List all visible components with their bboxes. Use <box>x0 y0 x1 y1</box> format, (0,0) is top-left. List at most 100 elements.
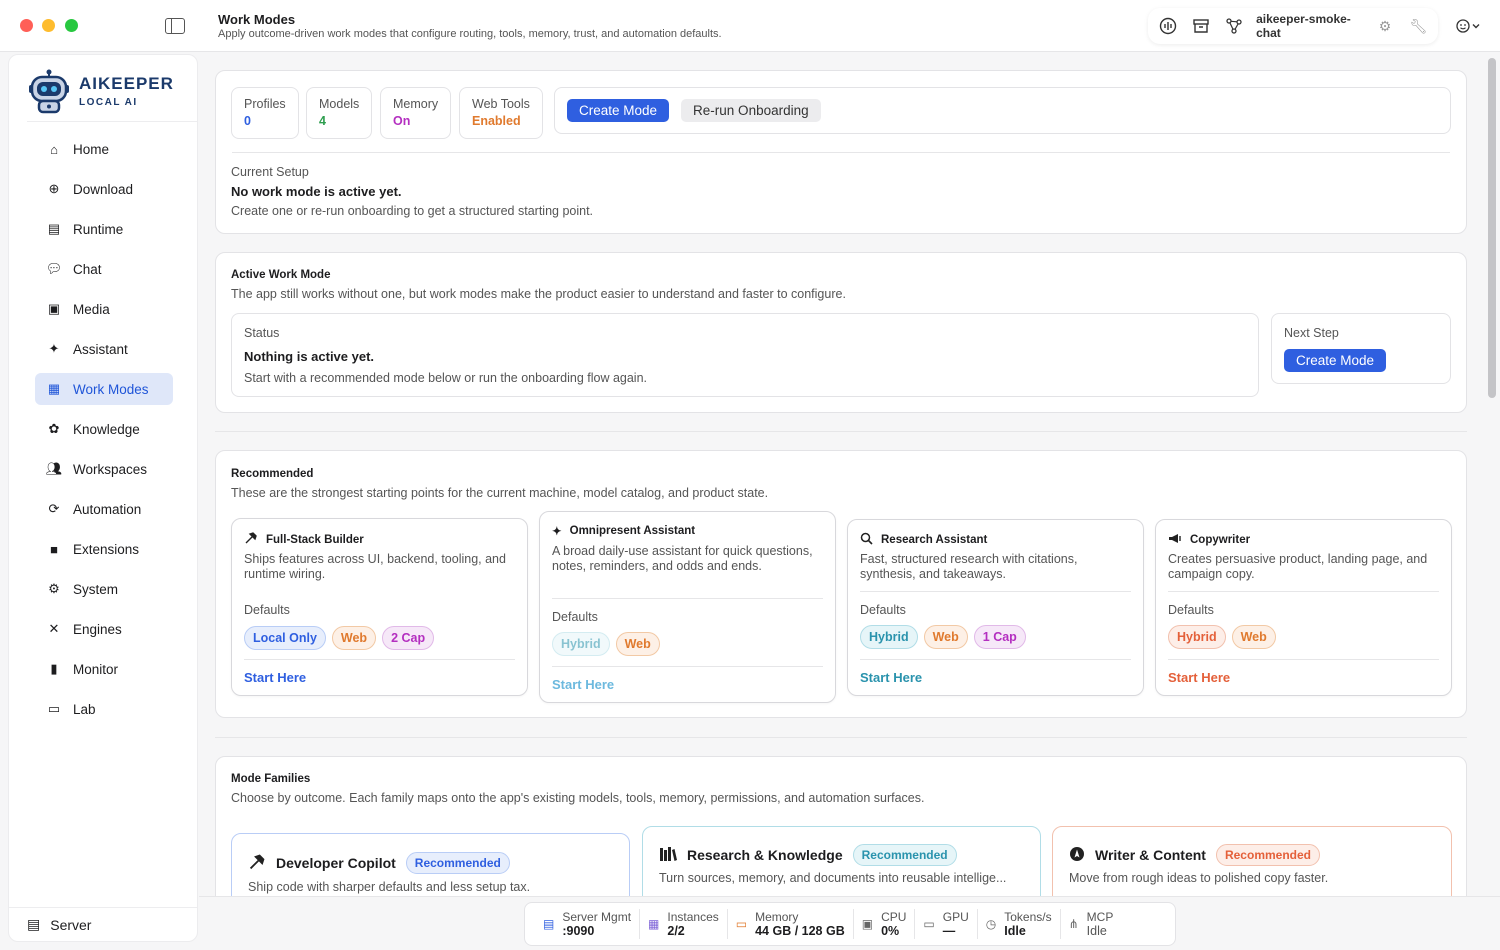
stat-label: Profiles <box>244 97 286 111</box>
mode-card-title: Copywriter <box>1168 532 1250 548</box>
status-gpu[interactable]: ▭ GPU — <box>915 909 978 939</box>
sidebar-item-label: Automation <box>73 501 142 517</box>
sidebar-item-label: Download <box>73 181 134 197</box>
sidebar-item-workspaces[interactable]: 👥︎ Workspaces <box>35 453 173 485</box>
books-icon <box>659 846 677 865</box>
runtime-icon: ▤ <box>47 221 61 236</box>
archive-icon[interactable] <box>1189 13 1212 39</box>
sidebar-item-monitor[interactable]: ▮ Monitor <box>35 653 173 685</box>
chip-web: Web <box>615 632 660 656</box>
divider <box>860 591 1131 592</box>
chip-cap: 1 Cap <box>973 625 1026 649</box>
status-instances[interactable]: ▦ Instances 2/2 <box>640 909 728 939</box>
close-window-button[interactable] <box>20 19 33 32</box>
main-scrollbar[interactable] <box>1488 58 1496 398</box>
instance-name[interactable]: aikeeper-smoke-chat <box>1256 12 1363 40</box>
start-here-link[interactable]: Start Here <box>1168 670 1230 685</box>
people-icon: 👥︎ <box>45 461 63 476</box>
chip-hybrid: Hybrid <box>860 625 918 649</box>
main-content: Profiles 0 Models 4 Memory On Web Tools … <box>199 53 1487 896</box>
status-cpu[interactable]: ▣ CPU 0% <box>854 909 916 939</box>
sidebar-item-chat[interactable]: 💬︎ Chat <box>35 253 173 285</box>
sidebar-item-lab[interactable]: ▭ Lab <box>35 693 173 725</box>
mode-card-defaults-label: Defaults <box>860 603 906 617</box>
stat-models: Models 4 <box>306 87 373 139</box>
brand-logo[interactable]: AIKEEPER LOCAL AI <box>27 67 187 115</box>
family-card-desc: Move from rough ideas to polished copy f… <box>1069 871 1329 885</box>
create-mode-button[interactable]: Create Mode <box>567 99 670 122</box>
mode-card-copywriter[interactable]: Copywriter Creates persuasive product, l… <box>1155 519 1452 696</box>
wrench-icon[interactable]: 🔧︎ <box>1407 13 1430 39</box>
start-here-link[interactable]: Start Here <box>860 670 922 685</box>
audio-wave-icon[interactable] <box>1156 13 1179 39</box>
mode-card-defaults-label: Defaults <box>552 610 598 624</box>
sidebar-server-button[interactable]: ▤ Server <box>9 907 197 941</box>
mode-families-section: Mode Families Choose by outcome. Each fa… <box>215 756 1467 896</box>
mode-card-full-stack-builder[interactable]: Full-Stack Builder Ships features across… <box>231 518 528 696</box>
robot-logo-icon <box>27 68 71 114</box>
grid-icon: ▦ <box>47 381 61 396</box>
start-here-link[interactable]: Start Here <box>244 670 306 685</box>
sidebar-item-work-modes[interactable]: ▦ Work Modes <box>35 373 173 405</box>
divider <box>1168 591 1439 592</box>
sidebar-item-automation[interactable]: ⟳ Automation <box>35 493 173 525</box>
stat-value: 0 <box>244 114 251 128</box>
family-card-research-knowledge[interactable]: Research & Knowledge Recommended Turn so… <box>642 826 1041 896</box>
stat-label: Web Tools <box>472 97 530 111</box>
sidebar-item-runtime[interactable]: ▤ Runtime <box>35 213 173 245</box>
sidebar-server-label: Server <box>50 916 92 933</box>
active-mode-heading: Active Work Mode <box>231 269 331 281</box>
next-step-create-mode-button[interactable]: Create Mode <box>1284 349 1387 372</box>
sidebar-item-home[interactable]: ⌂ Home <box>35 133 173 165</box>
chip-web: Web <box>923 625 968 649</box>
status-mcp[interactable]: ⋔ MCP Idle <box>1061 909 1122 939</box>
status-tokens[interactable]: ◷ Tokens/s Idle <box>978 909 1061 939</box>
mode-card-desc: A broad daily-use assistant for quick qu… <box>552 544 813 573</box>
mode-card-title-text: Omnipresent Assistant <box>569 525 696 537</box>
cpu-icon: ▣ <box>861 917 874 931</box>
divider <box>552 598 823 599</box>
graph-icon[interactable] <box>1223 13 1246 39</box>
status-label: Server Mgmt <box>562 909 632 924</box>
family-card-writer-content[interactable]: Writer & Content Recommended Move from r… <box>1052 826 1452 896</box>
sidebar-toggle-icon[interactable] <box>165 18 185 34</box>
sidebar-item-system[interactable]: ⚙ System <box>35 573 173 605</box>
zoom-window-button[interactable] <box>65 19 78 32</box>
gear-icon[interactable]: ⚙ <box>1373 13 1396 39</box>
sidebar-item-media[interactable]: ▣ Media <box>35 293 173 325</box>
mode-card-omnipresent-assistant[interactable]: ✦ Omnipresent Assistant A broad daily-us… <box>539 511 836 703</box>
sidebar-item-download[interactable]: ⊕ Download <box>35 173 173 205</box>
mode-card-desc: Fast, structured research with citations… <box>860 552 1078 581</box>
status-label: Memory <box>755 909 799 924</box>
status-value: 44 GB / 128 GB <box>755 923 845 938</box>
brand-name: AIKEEPER <box>79 74 174 93</box>
sidebar-divider <box>27 121 197 122</box>
sidebar-item-extensions[interactable]: ■ Extensions <box>35 533 173 565</box>
minimize-window-button[interactable] <box>42 19 55 32</box>
sidebar-item-label: Chat <box>73 261 102 277</box>
hammer-icon <box>244 531 258 548</box>
gpu-icon: ▭ <box>923 917 935 931</box>
brand-tagline: LOCAL AI <box>79 97 138 108</box>
family-card-desc: Ship code with sharper defaults and less… <box>248 880 531 894</box>
sidebar-item-engines[interactable]: ✕ Engines <box>35 613 173 645</box>
recommended-badge: Recommended <box>1215 844 1320 866</box>
family-card-developer-copilot[interactable]: Developer Copilot Recommended Ship code … <box>231 833 630 896</box>
next-step-label: Next Step <box>1284 326 1339 340</box>
status-memory[interactable]: ▭ Memory 44 GB / 128 GB <box>728 909 854 939</box>
status-label: MCP <box>1086 909 1114 924</box>
status-value: Idle <box>1086 923 1107 938</box>
gauge-icon: ◷ <box>985 917 997 931</box>
account-menu-button[interactable] <box>1456 16 1486 36</box>
mode-card-research-assistant[interactable]: Research Assistant Fast, structured rese… <box>847 519 1144 696</box>
mode-card-title-text: Research Assistant <box>881 534 988 546</box>
sidebar-item-assistant[interactable]: ✦ Assistant <box>35 333 173 365</box>
family-card-desc: Turn sources, memory, and documents into… <box>659 871 1007 885</box>
start-here-link[interactable]: Start Here <box>552 677 614 692</box>
status-server-mgmt[interactable]: ▤ Server Mgmt:9090 <box>535 909 641 939</box>
stat-value: Enabled <box>472 114 521 128</box>
rerun-onboarding-button[interactable]: Re-run Onboarding <box>681 99 821 122</box>
active-mode-desc: The app still works without one, but wor… <box>231 287 846 301</box>
recommended-desc: These are the strongest starting points … <box>231 486 769 500</box>
sidebar-item-knowledge[interactable]: ✿ Knowledge <box>35 413 173 445</box>
